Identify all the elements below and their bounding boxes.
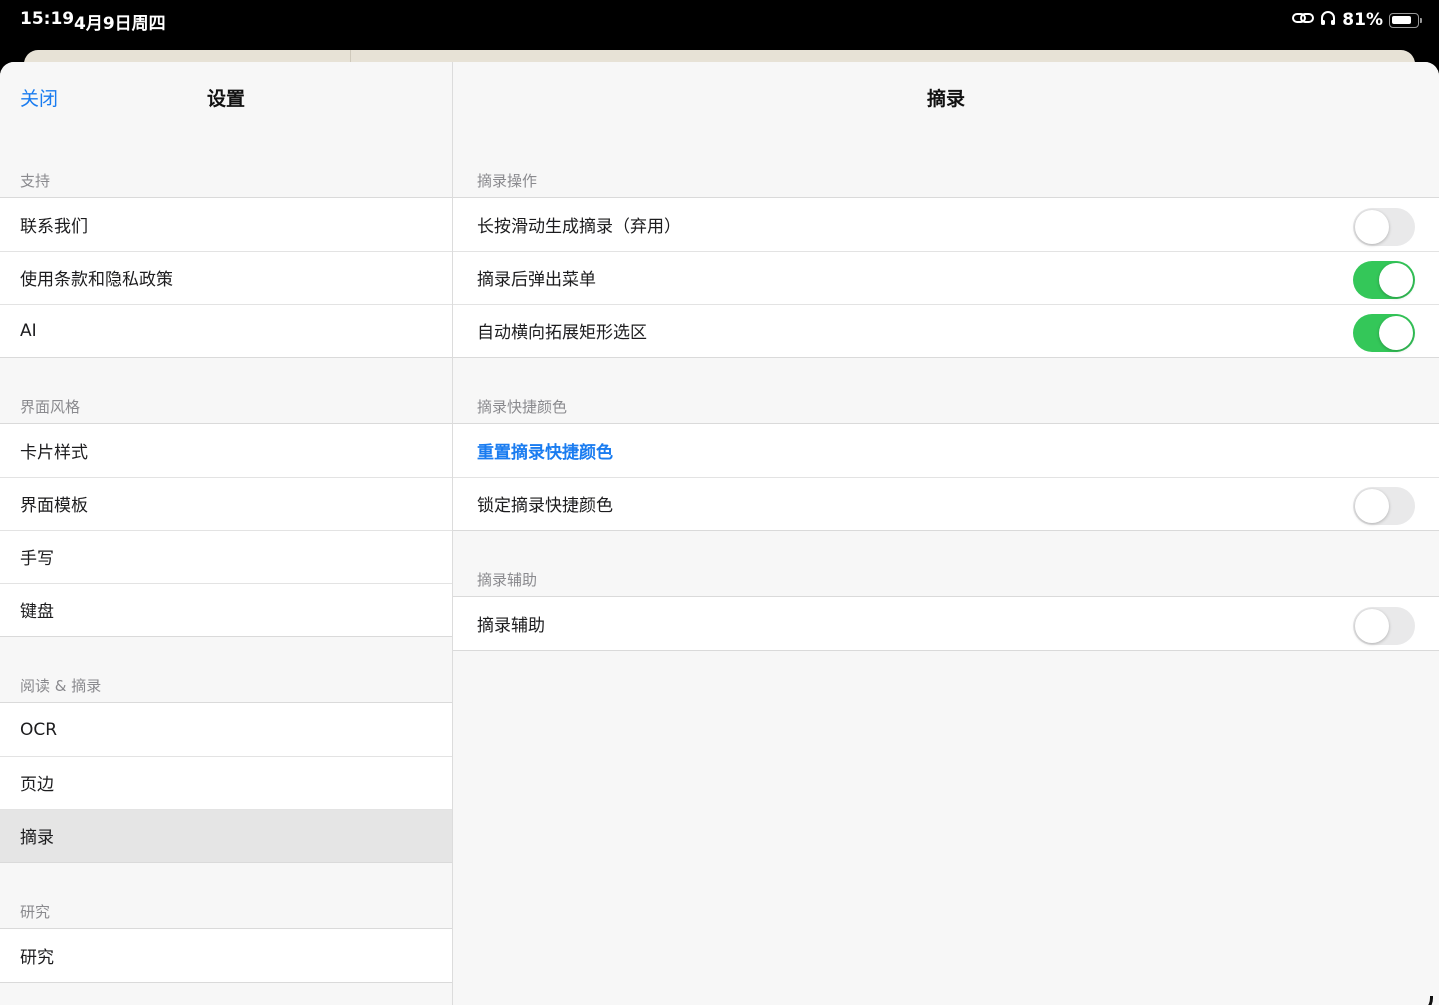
sidebar-item[interactable]: 使用条款和隐私政策 <box>0 251 452 304</box>
settings-group: 研究 <box>0 928 452 983</box>
settings-group: 联系我们 使用条款和隐私政策 AI <box>0 197 452 358</box>
toggle-switch[interactable] <box>1353 261 1415 299</box>
status-time: 15:19 <box>20 9 75 29</box>
section-header: 界面风格 <box>20 398 81 416</box>
headphones-icon <box>1320 10 1336 31</box>
sidebar-item[interactable]: 研究 <box>0 929 452 982</box>
sidebar-item[interactable]: 键盘 <box>0 583 452 636</box>
toggle-knob <box>1355 210 1389 244</box>
row-label: 锁定摘录快捷颜色 <box>477 496 613 516</box>
settings-sheet: 关闭 设置 支持 联系我们 使用条款和隐私政策 AI 界面风格 卡片样式 界面模板 手写 键盘阅… <box>0 62 1439 1005</box>
sidebar-title: 设置 <box>206 88 245 110</box>
settings-group: OCR 页边 摘录 <box>0 702 452 863</box>
toggle-switch[interactable] <box>1353 487 1415 525</box>
toggle-knob <box>1355 609 1389 643</box>
sidebar-item[interactable]: 手写 <box>0 530 452 583</box>
settings-group: 卡片样式 界面模板 手写 键盘 <box>0 423 452 637</box>
row-label: 长按滑动生成摘录（弃用） <box>477 217 681 237</box>
settings-group: 长按滑动生成摘录（弃用） 摘录后弹出菜单自动横向拓展矩形选区 <box>453 197 1439 358</box>
detail-title: 摘录 <box>926 88 965 110</box>
sidebar-item[interactable]: 摘录 <box>0 809 452 862</box>
settings-group: 重置摘录快捷颜色锁定摘录快捷颜色 <box>453 423 1439 531</box>
section-header: 摘录操作 <box>477 172 538 190</box>
status-date: 4月9日周四 <box>74 14 166 34</box>
reset-colors-button[interactable]: 重置摘录快捷颜色 <box>453 424 1439 477</box>
sidebar-item[interactable]: OCR <box>0 703 452 756</box>
settings-row: 摘录后弹出菜单 <box>453 251 1439 304</box>
corner-indicator <box>1413 996 1433 1005</box>
section-header: 阅读 & 摘录 <box>20 677 102 695</box>
toggle-knob <box>1379 316 1413 350</box>
sidebar-item[interactable]: 联系我们 <box>0 198 452 251</box>
section-header: 研究 <box>20 903 51 921</box>
status-right: 81% <box>1292 9 1422 31</box>
row-label[interactable]: 重置摘录快捷颜色 <box>477 438 613 463</box>
toggle-knob <box>1379 263 1413 297</box>
battery-percent: 81% <box>1342 10 1383 30</box>
sidebar-item[interactable]: 卡片样式 <box>0 424 452 477</box>
toggle-switch[interactable] <box>1353 607 1415 645</box>
status-bar: 15:19 4月9日周四 81% <box>0 0 1439 40</box>
settings-row: 锁定摘录快捷颜色 <box>453 477 1439 530</box>
section-header: 支持 <box>20 172 51 190</box>
settings-group: 摘录辅助 <box>453 596 1439 651</box>
settings-sidebar: 关闭 设置 支持 联系我们 使用条款和隐私政策 AI 界面风格 卡片样式 界面模板 手写 键盘阅… <box>0 62 452 1005</box>
toggle-switch[interactable] <box>1353 314 1415 352</box>
settings-row: 长按滑动生成摘录（弃用） <box>453 198 1439 251</box>
section-header: 摘录辅助 <box>477 571 538 589</box>
toggle-knob <box>1355 489 1389 523</box>
battery-icon <box>1389 12 1422 28</box>
row-label: 摘录辅助 <box>477 616 545 636</box>
sidebar-item[interactable]: 页边 <box>0 756 452 809</box>
section-header: 摘录快捷颜色 <box>477 398 568 416</box>
settings-row: 自动横向拓展矩形选区 <box>453 304 1439 357</box>
link-icon <box>1292 10 1315 30</box>
sidebar-item[interactable]: 界面模板 <box>0 477 452 530</box>
settings-row: 摘录辅助 <box>453 597 1439 650</box>
toggle-switch[interactable] <box>1353 208 1415 246</box>
row-label: 自动横向拓展矩形选区 <box>477 323 647 343</box>
detail-pane: 摘录 摘录操作长按滑动生成摘录（弃用） 摘录后弹出菜单自动横向拓展矩形选区 摘录快捷… <box>453 62 1439 1005</box>
row-label: 摘录后弹出菜单 <box>477 270 596 290</box>
sidebar-item[interactable]: AI <box>0 304 452 357</box>
